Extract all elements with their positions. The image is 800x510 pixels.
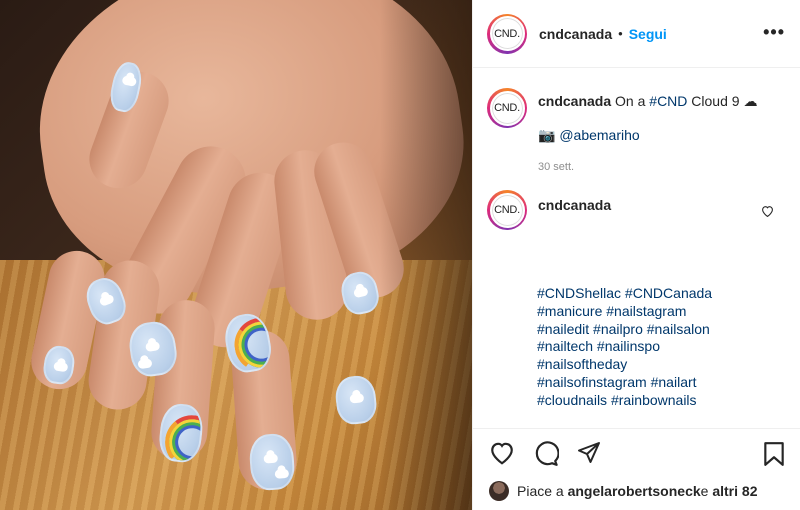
comment-hashtags: #CNDShellac #CNDCanada #manicure #nailst… <box>537 285 777 410</box>
liker-username[interactable]: angelarobertsoneck <box>568 483 701 499</box>
hashtag-line[interactable]: #CNDShellac #CNDCanada <box>537 285 777 303</box>
follow-button[interactable]: Segui <box>629 26 667 42</box>
likes-middle: e <box>700 483 709 499</box>
hashtag-line[interactable]: #nailtech #nailinspo <box>537 338 777 356</box>
caption-text: cndcanada On a #CND Cloud 9 ☁ <box>538 92 770 110</box>
avatar[interactable]: CND. <box>487 88 527 128</box>
hashtag-line[interactable]: #cloudnails #rainbownails <box>537 392 777 410</box>
post-time: 30 sett. <box>538 161 575 173</box>
avatar[interactable]: CND. <box>487 190 527 230</box>
hashtag-line[interactable]: #nailsoftheday <box>537 356 777 374</box>
hashtag-line[interactable]: #manicure #nailstagram <box>537 303 777 321</box>
liker-avatar[interactable] <box>489 481 509 501</box>
hashtag-line[interactable]: #nailedit #nailpro #nailsalon <box>537 321 777 339</box>
avatar-logo: CND. <box>489 192 525 228</box>
heart-icon[interactable] <box>489 441 515 465</box>
comment-like-icon[interactable] <box>761 205 774 217</box>
comment-username[interactable]: cndcanada <box>538 197 611 213</box>
bookmark-icon[interactable] <box>763 441 785 467</box>
post-image[interactable] <box>0 0 472 510</box>
comment-icon[interactable] <box>533 441 559 467</box>
comment-username-wrap: cndcanada <box>538 196 770 214</box>
post-header: CND. cndcanada • Segui ••• <box>473 0 800 68</box>
likes-others[interactable]: altri 82 <box>712 483 757 499</box>
likes-prefix: Piace a <box>517 483 564 499</box>
image-shadow <box>380 0 472 510</box>
post-sidebar: CND. cndcanada • Segui ••• CND. cndcanad… <box>472 0 800 510</box>
credit-mention[interactable]: @abemariho <box>559 127 639 143</box>
header-username[interactable]: cndcanada <box>539 26 612 42</box>
likes-summary: Piace a angelarobertsoneck e altri 82 <box>489 481 757 501</box>
hashtag-line[interactable]: #nailsofinstagram #nailart <box>537 374 777 392</box>
caption-before: On a <box>615 93 650 109</box>
caption-username[interactable]: cndcanada <box>538 93 611 109</box>
separator-dot: • <box>618 26 623 41</box>
caption-after: Cloud 9 ☁ <box>687 93 758 109</box>
avatar[interactable]: CND. <box>487 13 527 54</box>
share-icon[interactable] <box>577 441 601 465</box>
action-bar <box>473 428 800 476</box>
camera-icon: 📷 <box>538 127 556 143</box>
caption-credit: 📷 @abemariho <box>538 126 770 144</box>
caption-hashtag[interactable]: #CND <box>649 93 687 109</box>
avatar-logo: CND. <box>489 16 525 51</box>
avatar-logo: CND. <box>489 90 525 126</box>
more-options-icon[interactable]: ••• <box>763 22 785 43</box>
